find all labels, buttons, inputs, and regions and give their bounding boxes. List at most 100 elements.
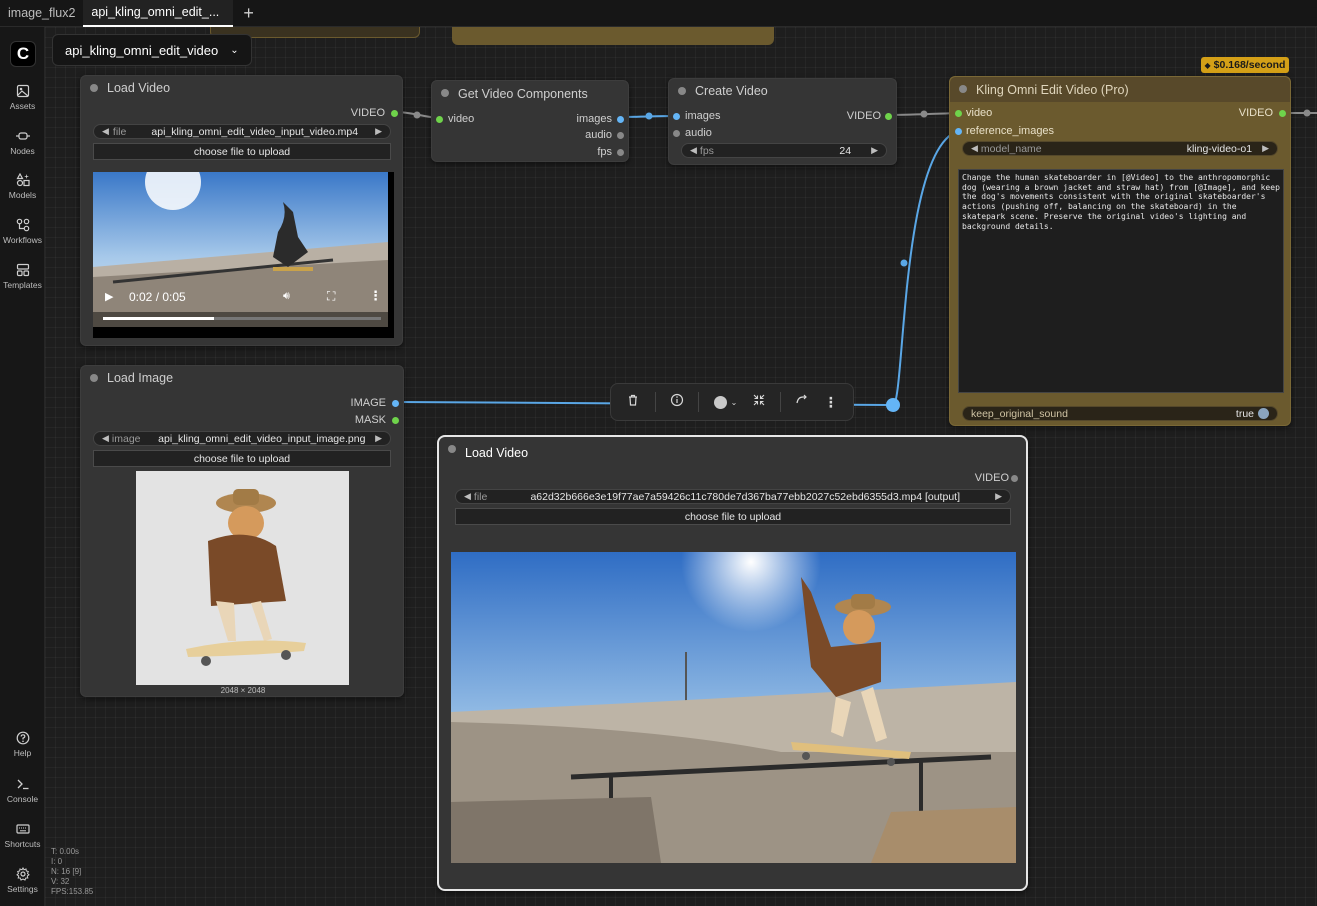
color-dot-icon [713, 395, 727, 409]
gear-icon [15, 867, 30, 881]
sidebar-item-console[interactable]: Console [0, 777, 45, 804]
upload-button[interactable]: choose file to upload [93, 450, 391, 467]
divider [780, 392, 782, 412]
load-video-output-node[interactable]: Load Video VIDEO ◀ file a62d32b666e3e19f… [437, 435, 1028, 891]
arrow-left-icon[interactable]: ◀ [102, 126, 109, 137]
video-progress-fill [103, 317, 215, 320]
fps-combo[interactable]: ◀ fps 24 ▶ [681, 143, 887, 158]
output-label: VIDEO [350, 107, 385, 119]
get-video-components-node[interactable]: Get Video Components video images audio … [431, 80, 629, 162]
image-combo[interactable]: ◀ image api_kling_omni_edit_video_input_… [93, 431, 391, 446]
sidebar-item-settings[interactable]: Settings [0, 867, 45, 894]
video-input-port[interactable] [955, 110, 962, 117]
node-title[interactable]: Load Image [81, 366, 403, 390]
node-title[interactable]: Kling Omni Edit Video (Pro) [950, 77, 1290, 102]
file-combo[interactable]: ◀ file a62d32b666e3e19f77ae7a59426c11c78… [455, 489, 1011, 504]
kling-omni-edit-node[interactable]: Kling Omni Edit Video (Pro) video refere… [949, 76, 1291, 426]
divider [654, 392, 656, 412]
color-picker-button[interactable]: ⌄ [713, 395, 738, 409]
keyboard-icon [15, 824, 30, 834]
upload-button[interactable]: choose file to upload [93, 143, 391, 160]
more-vertical-icon[interactable]: ⋮ [369, 288, 382, 304]
offscreen-node-2[interactable] [452, 27, 774, 45]
video-progress-track[interactable] [103, 317, 381, 320]
video-output-port[interactable] [885, 113, 892, 120]
info-icon[interactable] [670, 393, 684, 412]
arrow-right-icon[interactable]: ▶ [375, 126, 382, 137]
price-badge: ◆ $0.168/second [1201, 57, 1289, 73]
upload-button[interactable]: choose file to upload [455, 508, 1011, 525]
video-output-port[interactable] [1279, 110, 1286, 117]
fullscreen-icon[interactable]: ⛶ [327, 289, 335, 304]
app-logo[interactable]: C [10, 41, 36, 67]
keep-original-sound-toggle[interactable]: keep_original_sound true [962, 406, 1278, 421]
arrow-left-icon[interactable]: ◀ [464, 491, 471, 502]
add-tab-button[interactable]: + [233, 3, 264, 24]
sidebar: C Assets Nodes Models Workflows Template… [0, 27, 45, 906]
dog-image-preview [136, 471, 349, 685]
prompt-textarea[interactable]: Change the human skateboarder in [@Video… [958, 169, 1284, 393]
node-icon [15, 132, 30, 140]
video-output-port[interactable] [391, 110, 398, 117]
fps-output-port[interactable] [617, 149, 624, 156]
workflow-title[interactable]: api_kling_omni_edit_video ⌄ [52, 34, 252, 66]
sidebar-item-workflows[interactable]: Workflows [0, 218, 45, 245]
workflow-icon [16, 218, 29, 232]
tab-bar: image_flux2 api_kling_omni_edit_... + [0, 0, 1317, 27]
reference-images-input-port[interactable] [955, 128, 962, 135]
more-vertical-icon[interactable]: ⋮ [824, 394, 838, 411]
help-icon [16, 731, 29, 745]
video-time: 0:02 / 0:05 [129, 290, 186, 304]
tab-image-flux2[interactable]: image_flux2 [0, 0, 83, 27]
divider [698, 392, 700, 412]
node-title[interactable]: Load Video [439, 437, 1026, 469]
dog-skateboarding-video-frame [451, 552, 1016, 863]
video-player[interactable]: ▶ 0:02 / 0:05 🔊︎ ⛶ ⋮ [93, 172, 394, 338]
file-combo[interactable]: ◀ file api_kling_omni_edit_video_input_v… [93, 124, 391, 139]
sidebar-item-nodes[interactable]: Nodes [0, 129, 45, 156]
output-video-player[interactable] [451, 552, 1016, 863]
templates-icon [16, 263, 29, 277]
sidebar-item-models[interactable]: Models [0, 173, 45, 200]
arrow-right-icon[interactable]: ▶ [375, 433, 382, 444]
play-icon[interactable]: ▶ [105, 290, 113, 303]
coin-icon: ◆ [1204, 60, 1211, 70]
sidebar-item-help[interactable]: Help [0, 731, 45, 758]
arrow-left-icon[interactable]: ◀ [690, 145, 697, 156]
node-title[interactable]: Get Video Components [432, 81, 628, 107]
load-video-node[interactable]: Load Video VIDEO ◀ file api_kling_omni_e… [80, 75, 403, 346]
chevron-down-icon: ⌄ [730, 397, 738, 407]
bypass-icon[interactable] [795, 393, 809, 412]
tab-api-kling-omni-edit[interactable]: api_kling_omni_edit_... [83, 0, 234, 27]
images-output-port[interactable] [617, 116, 624, 123]
collapse-icon[interactable] [752, 393, 766, 412]
node-title[interactable]: Create Video [669, 79, 896, 103]
selection-toolbar: ⌄ ⋮ [610, 383, 854, 421]
skateboarder-video-frame [93, 172, 394, 338]
video-output-port[interactable] [1011, 475, 1018, 482]
performance-stats: T: 0.00s I: 0 N: 16 [9] V: 32 FPS:153.85 [51, 847, 94, 896]
volume-icon[interactable]: 🔊︎ [283, 290, 290, 303]
chevron-down-icon[interactable]: ⌄ [230, 45, 238, 56]
image-output-port[interactable] [392, 400, 399, 407]
model-name-combo[interactable]: ◀ model_name kling-video-o1 ▶ [962, 141, 1278, 156]
arrow-right-icon[interactable]: ▶ [1262, 143, 1269, 154]
arrow-right-icon[interactable]: ▶ [871, 145, 878, 156]
node-title[interactable]: Load Video [81, 76, 402, 100]
audio-output-port[interactable] [617, 132, 624, 139]
image-icon [16, 84, 29, 98]
arrow-right-icon[interactable]: ▶ [995, 491, 1002, 502]
arrow-left-icon[interactable]: ◀ [102, 433, 109, 444]
trash-icon[interactable] [626, 393, 640, 412]
audio-input-port[interactable] [673, 130, 680, 137]
sidebar-item-shortcuts[interactable]: Shortcuts [0, 822, 45, 849]
images-input-port[interactable] [673, 113, 680, 120]
load-image-node[interactable]: Load Image IMAGE MASK ◀ image api_kling_… [80, 365, 404, 697]
video-input-port[interactable] [436, 116, 443, 123]
sidebar-item-assets[interactable]: Assets [0, 84, 45, 111]
create-video-node[interactable]: Create Video images audio VIDEO ◀ fps 24… [668, 78, 897, 165]
mask-output-port[interactable] [392, 417, 399, 424]
toggle-knob[interactable] [1258, 408, 1269, 419]
arrow-left-icon[interactable]: ◀ [971, 143, 978, 154]
sidebar-item-templates[interactable]: Templates [0, 263, 45, 290]
